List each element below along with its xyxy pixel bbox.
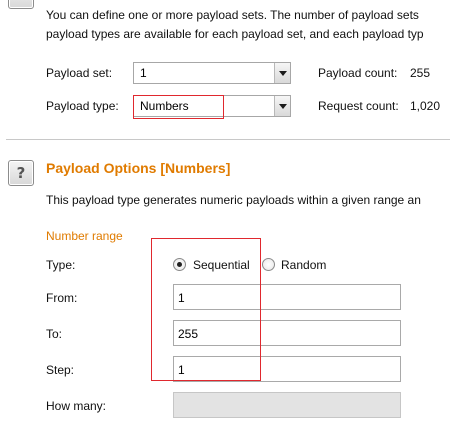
request-count-value: 1,020 [410, 99, 441, 113]
help-icon[interactable]: ? [8, 160, 34, 186]
chevron-down-icon[interactable] [274, 63, 290, 83]
payload-count-value: 255 [410, 66, 431, 80]
random-radio[interactable] [262, 258, 275, 271]
payload-sets-description-line1: You can define one or more payload sets.… [46, 8, 419, 22]
payload-count-label: Payload count: [318, 66, 398, 80]
from-label: From: [46, 291, 78, 305]
step-label: Step: [46, 363, 75, 377]
payload-options-title: Payload Options [Numbers] [46, 160, 231, 176]
request-count-label: Request count: [318, 99, 399, 113]
type-label: Type: [46, 258, 76, 272]
payload-type-label: Payload type: [46, 99, 119, 113]
payload-options-description: This payload type generates numeric payl… [46, 193, 421, 207]
payload-sets-description-line2: payload types are available for each pay… [46, 27, 424, 41]
how-many-input [173, 392, 401, 418]
payload-set-value: 1 [140, 66, 147, 80]
how-many-label: How many: [46, 399, 107, 413]
number-range-heading: Number range [46, 229, 123, 243]
to-label: To: [46, 327, 63, 341]
number-range-highlight [151, 238, 261, 381]
random-radio-label[interactable]: Random [281, 258, 326, 272]
payload-set-dropdown[interactable]: 1 [133, 62, 291, 84]
help-icon[interactable] [8, 0, 34, 9]
payload-type-highlight [133, 95, 224, 119]
payload-set-label: Payload set: [46, 66, 113, 80]
chevron-down-icon[interactable] [274, 96, 290, 116]
question-mark-icon: ? [16, 164, 26, 182]
section-divider [6, 139, 450, 140]
